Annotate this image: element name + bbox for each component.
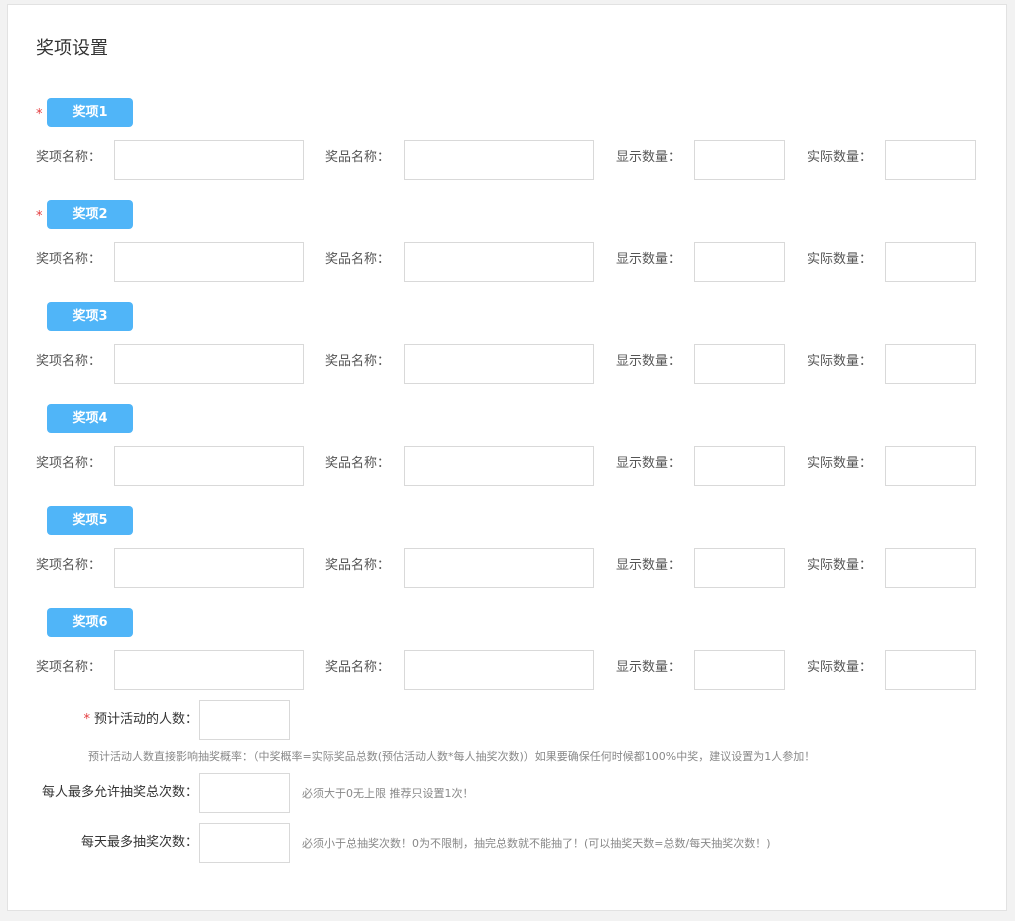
goods-name-input-3[interactable]: [404, 344, 594, 384]
required-marker: *: [36, 209, 43, 224]
prize-block-6: 奖项6 奖项名称： 奖品名称： 显示数量： 实际数量：: [8, 608, 1008, 708]
probability-note: 预计活动人数直接影响抽奖概率：（中奖概率=实际奖品总数(预估活动人数*每人抽奖次…: [88, 750, 816, 763]
prize-name-input-5[interactable]: [114, 548, 304, 588]
actual-qty-input-1[interactable]: [885, 140, 976, 180]
display-qty-label: 显示数量：: [616, 558, 682, 573]
prize-block-2: * 奖项2 奖项名称： 奖品名称： 显示数量： 实际数量：: [8, 200, 1008, 300]
prize-block-3: 奖项3 奖项名称： 奖品名称： 显示数量： 实际数量：: [8, 302, 1008, 402]
display-qty-input-3[interactable]: [694, 344, 785, 384]
prize-name-label: 奖项名称：: [36, 660, 102, 675]
display-qty-label: 显示数量：: [616, 456, 682, 471]
goods-name-label: 奖品名称：: [325, 354, 391, 369]
expected-participants-label: * 预计活动的人数：: [83, 712, 198, 728]
prize-name-label: 奖项名称：: [36, 354, 102, 369]
actual-qty-label: 实际数量：: [807, 252, 873, 267]
goods-name-input-1[interactable]: [404, 140, 594, 180]
display-qty-input-6[interactable]: [694, 650, 785, 690]
prize-settings-panel: 奖项设置 * 奖项1 奖项名称： 奖品名称： 显示数量： 实际数量： * 奖项2…: [7, 4, 1007, 911]
goods-name-input-6[interactable]: [404, 650, 594, 690]
max-total-draws-input[interactable]: [199, 773, 290, 813]
goods-name-input-4[interactable]: [404, 446, 594, 486]
max-total-draws-hint: 必须大于0无上限 推荐只设置1次！: [302, 787, 474, 800]
display-qty-input-4[interactable]: [694, 446, 785, 486]
required-marker: *: [36, 107, 43, 122]
actual-qty-input-6[interactable]: [885, 650, 976, 690]
goods-name-label: 奖品名称：: [325, 150, 391, 165]
prize-name-label: 奖项名称：: [36, 558, 102, 573]
prize-name-label: 奖项名称：: [36, 150, 102, 165]
expected-participants-row: * 预计活动的人数：: [8, 700, 1008, 740]
prize-name-input-6[interactable]: [114, 650, 304, 690]
display-qty-label: 显示数量：: [616, 660, 682, 675]
actual-qty-input-4[interactable]: [885, 446, 976, 486]
actual-qty-input-2[interactable]: [885, 242, 976, 282]
actual-qty-label: 实际数量：: [807, 456, 873, 471]
max-daily-draws-label: 每天最多抽奖次数：: [80, 835, 198, 850]
goods-name-label: 奖品名称：: [325, 252, 391, 267]
goods-name-label: 奖品名称：: [325, 456, 391, 471]
max-total-draws-label: 每人最多允许抽奖总次数：: [41, 785, 198, 800]
prize-badge-2: 奖项2: [47, 200, 133, 229]
prize-name-input-4[interactable]: [114, 446, 304, 486]
prize-name-input-3[interactable]: [114, 344, 304, 384]
required-marker: *: [83, 712, 90, 727]
prize-name-input-2[interactable]: [114, 242, 304, 282]
actual-qty-input-5[interactable]: [885, 548, 976, 588]
display-qty-label: 显示数量：: [616, 354, 682, 369]
goods-name-label: 奖品名称：: [325, 660, 391, 675]
display-qty-input-2[interactable]: [694, 242, 785, 282]
prize-name-label: 奖项名称：: [36, 456, 102, 471]
actual-qty-label: 实际数量：: [807, 354, 873, 369]
goods-name-input-5[interactable]: [404, 548, 594, 588]
goods-name-label: 奖品名称：: [325, 558, 391, 573]
prize-badge-6: 奖项6: [47, 608, 133, 637]
prize-badge-5: 奖项5: [47, 506, 133, 535]
prize-badge-3: 奖项3: [47, 302, 133, 331]
prize-badge-1: 奖项1: [47, 98, 133, 127]
expected-participants-label-text: 预计活动的人数：: [93, 712, 198, 727]
max-daily-draws-row: 每天最多抽奖次数： 必须小于总抽奖次数！0为不限制，抽完总数就不能抽了！(可以抽…: [8, 823, 1008, 863]
prize-name-label: 奖项名称：: [36, 252, 102, 267]
display-qty-input-5[interactable]: [694, 548, 785, 588]
goods-name-input-2[interactable]: [404, 242, 594, 282]
prize-badge-4: 奖项4: [47, 404, 133, 433]
expected-participants-input[interactable]: [199, 700, 290, 740]
prize-block-1: * 奖项1 奖项名称： 奖品名称： 显示数量： 实际数量：: [8, 98, 1008, 198]
actual-qty-input-3[interactable]: [885, 344, 976, 384]
page-title: 奖项设置: [36, 38, 108, 59]
prize-block-5: 奖项5 奖项名称： 奖品名称： 显示数量： 实际数量：: [8, 506, 1008, 606]
prize-name-input-1[interactable]: [114, 140, 304, 180]
display-qty-label: 显示数量：: [616, 150, 682, 165]
actual-qty-label: 实际数量：: [807, 150, 873, 165]
max-daily-draws-hint: 必须小于总抽奖次数！0为不限制，抽完总数就不能抽了！(可以抽奖天数=总数/每天抽…: [302, 837, 771, 850]
actual-qty-label: 实际数量：: [807, 660, 873, 675]
max-daily-draws-input[interactable]: [199, 823, 290, 863]
display-qty-label: 显示数量：: [616, 252, 682, 267]
display-qty-input-1[interactable]: [694, 140, 785, 180]
prize-block-4: 奖项4 奖项名称： 奖品名称： 显示数量： 实际数量：: [8, 404, 1008, 504]
actual-qty-label: 实际数量：: [807, 558, 873, 573]
max-total-draws-row: 每人最多允许抽奖总次数： 必须大于0无上限 推荐只设置1次！: [8, 773, 1008, 813]
